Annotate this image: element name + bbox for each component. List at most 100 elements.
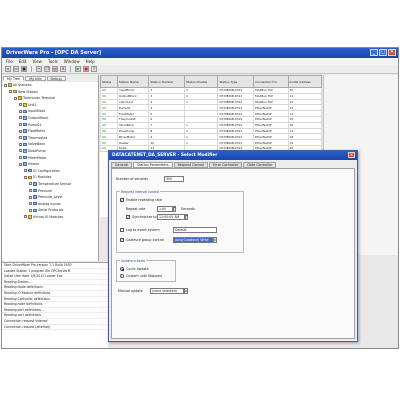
tree-item[interactable]: IO Modules bbox=[2, 174, 98, 181]
tree-item[interactable]: New Station bbox=[2, 89, 98, 96]
expand-icon[interactable] bbox=[14, 96, 17, 100]
expand-icon[interactable] bbox=[19, 129, 22, 133]
menu-window[interactable]: Window bbox=[64, 59, 80, 64]
settings-dialog: DATACATENET_DA_SERVER - Select Modifier … bbox=[108, 150, 358, 342]
expand-icon[interactable] bbox=[19, 162, 22, 166]
synchronize-time-input[interactable]: 12:00:00 AM bbox=[157, 214, 185, 220]
menu-help[interactable]: Help bbox=[86, 59, 95, 64]
table-body: OK InputBlock 1 1 DT-MBIOB-0312 ModBus TCP 10 O… bbox=[100, 87, 322, 152]
tree-item[interactable]: Technician Terminal bbox=[2, 95, 98, 102]
maximize-button[interactable]: □ bbox=[379, 49, 387, 56]
menu-view[interactable]: View bbox=[32, 59, 42, 64]
log-events-input[interactable]: Default bbox=[173, 227, 217, 233]
save-icon[interactable]: ■ bbox=[21, 66, 27, 72]
new-icon[interactable]: ▫ bbox=[5, 66, 11, 72]
tree-item[interactable]: Pressure bbox=[2, 188, 98, 195]
paste-icon[interactable]: ▤ bbox=[52, 66, 58, 72]
tree-item-label: Unit1 bbox=[28, 102, 37, 107]
tab-my-info[interactable]: My Info bbox=[25, 76, 46, 81]
tree-item[interactable]: DosePump bbox=[2, 148, 98, 155]
tree-item[interactable]: Unit1 bbox=[2, 102, 98, 109]
chevron-down-icon[interactable]: ▾ bbox=[213, 237, 217, 243]
tree-item-label: OutputBlock bbox=[28, 115, 49, 120]
column-header[interactable]: Connection For bbox=[253, 75, 289, 88]
device-icon bbox=[23, 116, 27, 120]
tree-item[interactable]: OutputBlock bbox=[2, 115, 98, 122]
chevron-down-icon[interactable]: ▾ bbox=[184, 288, 188, 294]
tree-item-label: Pressure bbox=[38, 188, 53, 193]
start-icon[interactable]: ▶ bbox=[75, 66, 81, 72]
menu-tools[interactable]: Tools bbox=[48, 59, 58, 64]
tree-item[interactable]: Pump01 bbox=[2, 122, 98, 129]
manual-update-select[interactable]: (none selected) bbox=[150, 288, 184, 294]
custom-update-radio[interactable] bbox=[120, 274, 124, 278]
tree-item[interactable]: Thermostat bbox=[2, 135, 98, 142]
expand-icon[interactable] bbox=[29, 195, 32, 199]
expand-icon[interactable] bbox=[19, 156, 22, 160]
copy-icon[interactable]: ❐ bbox=[44, 66, 50, 72]
repeat-rate-input[interactable]: 1.00 bbox=[157, 206, 173, 212]
expand-icon[interactable] bbox=[24, 175, 27, 179]
coalesce-checkbox[interactable]: ✓ bbox=[120, 238, 124, 242]
coalesce-select[interactable]: Auto(Coalesce) Write bbox=[173, 237, 213, 243]
tree-item[interactable]: Serial Protocols bbox=[2, 207, 98, 214]
expand-icon[interactable] bbox=[19, 142, 22, 146]
expand-icon[interactable] bbox=[24, 169, 27, 173]
column-header[interactable]: Status bbox=[100, 75, 118, 88]
tree-item[interactable]: ValveBank bbox=[2, 141, 98, 148]
tree-item[interactable]: IO Configuration bbox=[2, 168, 98, 175]
seconds-input[interactable]: 300 bbox=[164, 176, 184, 182]
dialog-body: Number of seconds 300 Request interval c… bbox=[111, 168, 355, 339]
column-header[interactable]: Install Address bbox=[287, 75, 322, 88]
log-events-checkbox[interactable] bbox=[120, 228, 124, 232]
expand-icon[interactable] bbox=[29, 208, 32, 212]
tree-item-label: FlowMeter bbox=[28, 129, 46, 134]
expand-icon[interactable] bbox=[29, 189, 32, 192]
column-header[interactable]: Station Name bbox=[116, 75, 150, 88]
expand-icon[interactable] bbox=[19, 136, 22, 140]
delete-icon[interactable]: × bbox=[60, 66, 66, 72]
expand-icon[interactable] bbox=[24, 215, 27, 219]
tree-item[interactable]: Temperature Sensor bbox=[2, 181, 98, 188]
tab-debug[interactable]: Debug bbox=[46, 76, 66, 81]
tree-item[interactable]: Analog Inputs bbox=[2, 201, 98, 208]
enable-repeat-checkbox[interactable]: ✓ bbox=[120, 198, 124, 202]
cyclic-update-radio[interactable] bbox=[120, 267, 124, 271]
repeat-rate-spinner[interactable]: ▴ bbox=[173, 206, 176, 212]
open-icon[interactable]: ▭ bbox=[13, 66, 19, 72]
expand-icon[interactable] bbox=[4, 83, 7, 87]
column-header[interactable]: Station Number bbox=[148, 75, 186, 88]
synchronize-time-spinner[interactable]: ▴ bbox=[185, 214, 188, 220]
tree-item[interactable]: MixerMotor bbox=[2, 155, 98, 162]
help-icon[interactable]: ? bbox=[91, 66, 97, 72]
expand-icon[interactable] bbox=[19, 123, 22, 127]
tree-item[interactable]: Heater bbox=[2, 161, 98, 168]
tree-item[interactable]: All Stations bbox=[2, 82, 98, 89]
request-interval-group-title: Request interval control bbox=[120, 190, 161, 194]
expand-icon[interactable] bbox=[9, 90, 12, 94]
cut-icon[interactable]: ✂ bbox=[36, 66, 42, 72]
menu-edit[interactable]: Edit bbox=[19, 59, 27, 64]
tree-item[interactable]: FlowMeter bbox=[2, 128, 98, 135]
column-header[interactable]: Station Type bbox=[217, 75, 255, 88]
tree-item[interactable]: Virtual IO Modules bbox=[2, 214, 98, 221]
expand-icon[interactable] bbox=[19, 149, 22, 153]
expand-icon[interactable] bbox=[19, 116, 22, 120]
expand-icon[interactable] bbox=[19, 103, 22, 107]
tree-item[interactable]: InputBlock bbox=[2, 108, 98, 115]
stop-icon[interactable]: ■ bbox=[83, 66, 89, 72]
expand-icon[interactable] bbox=[29, 182, 32, 186]
close-button[interactable]: × bbox=[388, 49, 396, 56]
dialog-title: DATACATENET_DA_SERVER - Select Modifier bbox=[112, 153, 218, 158]
synchronize-checkbox[interactable]: ✓ bbox=[126, 215, 130, 219]
tree-item-label: Virtual IO Modules bbox=[33, 214, 64, 219]
folder-icon bbox=[13, 89, 17, 94]
minimize-button[interactable]: _ bbox=[370, 49, 378, 56]
column-header[interactable]: Station Enable bbox=[184, 75, 219, 88]
expand-icon[interactable] bbox=[29, 202, 32, 206]
tree-item[interactable]: Pressure_Level bbox=[2, 194, 98, 201]
menu-file[interactable]: File bbox=[6, 59, 13, 64]
expand-icon[interactable] bbox=[19, 109, 22, 113]
dialog-close-button[interactable]: × bbox=[348, 152, 355, 158]
tab-my-tree[interactable]: My Tree bbox=[3, 76, 25, 81]
